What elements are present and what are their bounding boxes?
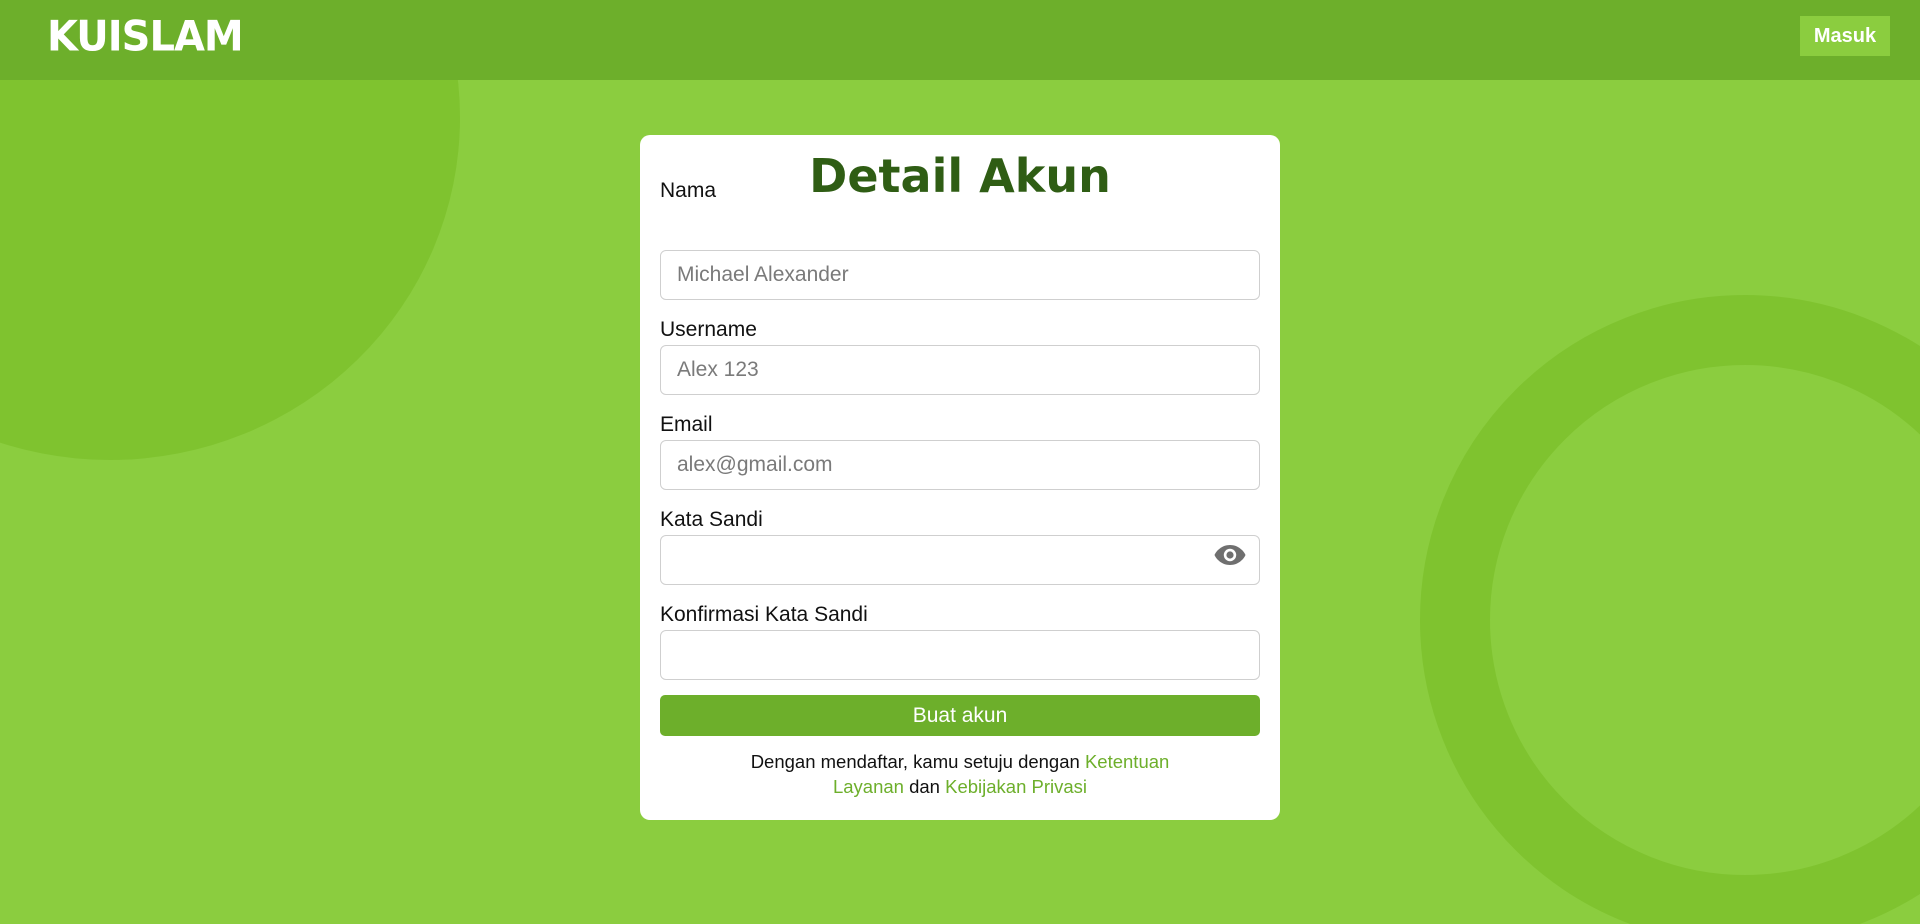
create-account-button[interactable]: Buat akun xyxy=(660,695,1260,736)
login-button[interactable]: Masuk xyxy=(1800,16,1890,56)
privacy-policy-link[interactable]: Kebijakan Privasi xyxy=(945,776,1087,797)
name-label: Nama xyxy=(660,179,717,202)
email-input[interactable] xyxy=(660,440,1260,490)
background-ring-decoration xyxy=(1420,295,1920,924)
top-header: KUISLAM Masuk xyxy=(0,0,1920,80)
password-label: Kata Sandi xyxy=(660,508,763,531)
kuislam-logo[interactable]: KUISLAM xyxy=(47,13,244,61)
password-input[interactable] xyxy=(660,535,1260,585)
terms-notice: Dengan mendaftar, kamu setuju dengan Ket… xyxy=(720,749,1200,799)
page-title: Detail Akun xyxy=(809,149,1111,203)
page: KUISLAM Masuk Detail Akun Nama Username … xyxy=(0,0,1920,924)
eye-icon[interactable] xyxy=(1214,544,1246,566)
username-input[interactable] xyxy=(660,345,1260,395)
email-label: Email xyxy=(660,413,713,436)
confirm-password-label: Konfirmasi Kata Sandi xyxy=(660,603,868,626)
account-details-card: Detail Akun Nama Username Email Kata San… xyxy=(640,135,1280,820)
confirm-password-input[interactable] xyxy=(660,630,1260,680)
username-label: Username xyxy=(660,318,757,341)
terms-prefix-text: Dengan mendaftar, kamu setuju dengan xyxy=(750,751,1085,772)
name-input[interactable] xyxy=(660,250,1260,300)
terms-conjunction-text: dan xyxy=(903,776,946,797)
